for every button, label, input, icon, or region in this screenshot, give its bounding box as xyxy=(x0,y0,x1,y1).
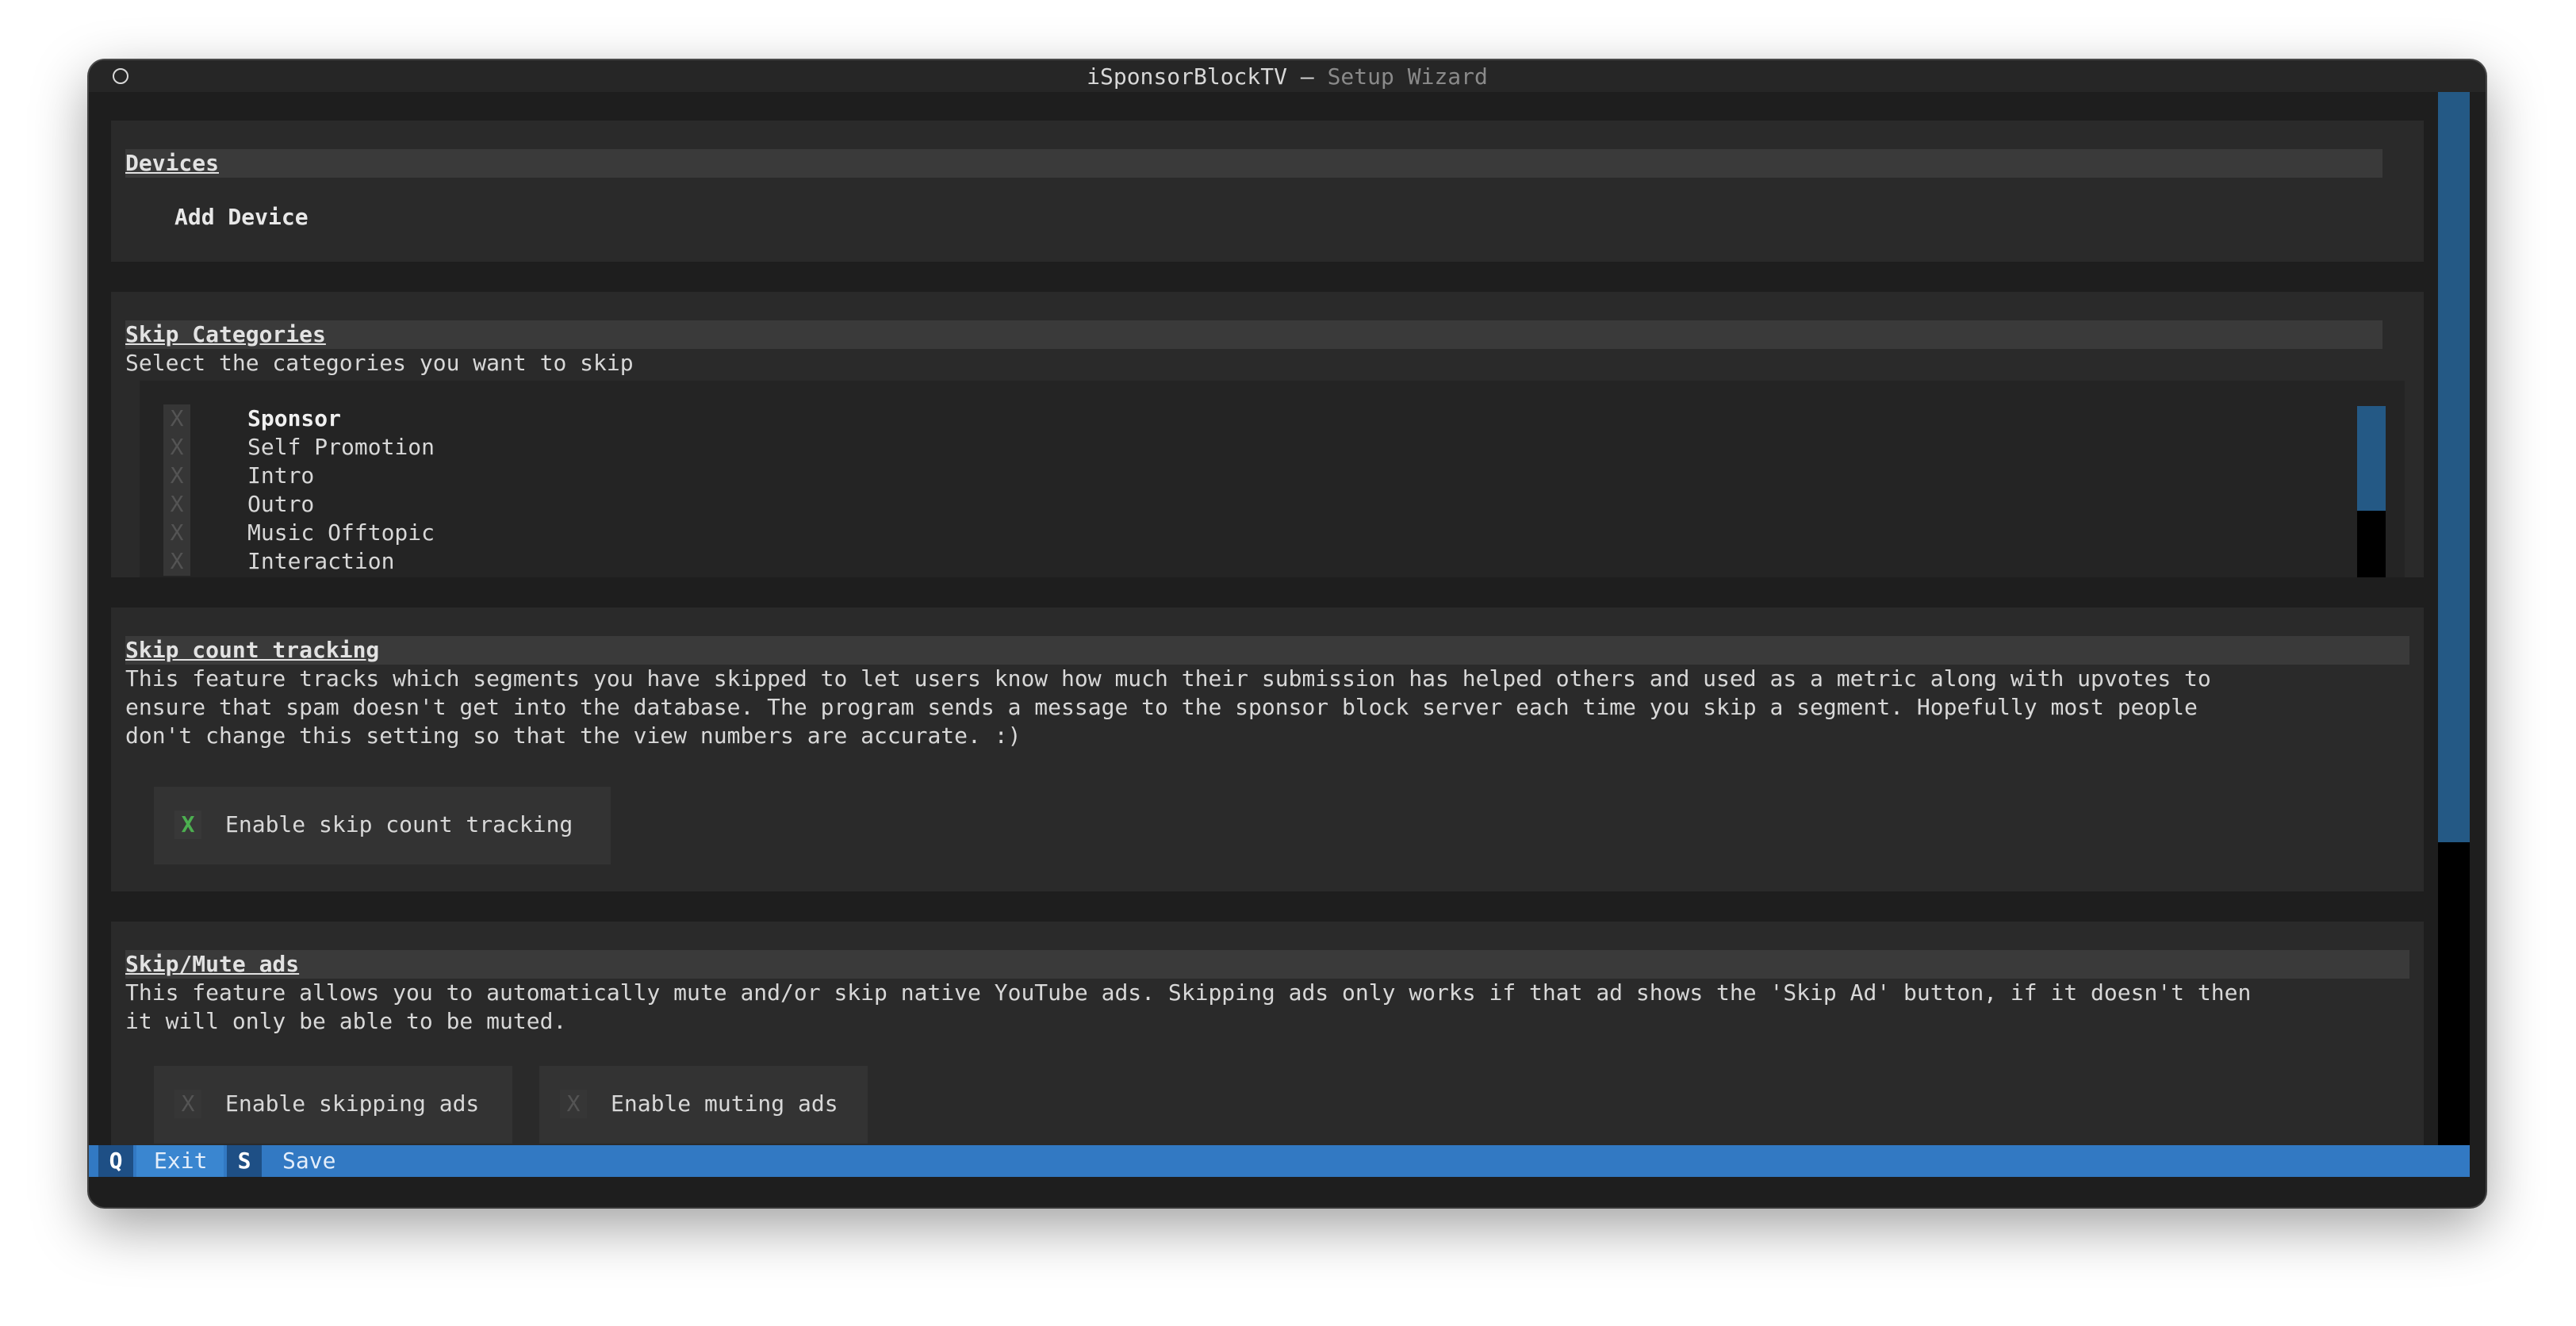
window-title-separator: — xyxy=(1287,63,1328,90)
skip-categories-description: Select the categories you want to skip xyxy=(125,350,634,376)
add-device-button[interactable]: Add Device xyxy=(174,203,309,232)
enable-skip-count-toggle[interactable]: X Enable skip count tracking xyxy=(154,787,611,864)
category-checkbox[interactable]: X xyxy=(163,404,190,433)
skip-count-header: Skip count tracking xyxy=(125,636,2409,665)
category-checkbox[interactable]: X xyxy=(163,519,190,547)
mute-ads-checkbox-label: Enable muting ads xyxy=(611,1090,838,1117)
category-checkbox[interactable]: X xyxy=(163,547,190,576)
title-bar: iSponsorBlockTV — Setup Wizard xyxy=(89,60,2486,92)
save-button[interactable]: Save xyxy=(282,1145,335,1177)
category-label: Self Promotion xyxy=(247,434,435,460)
skip-count-description-line: don't change this setting so that the vi… xyxy=(125,722,1022,749)
category-item-interaction[interactable]: X Interaction xyxy=(140,547,2281,576)
category-checkbox[interactable]: X xyxy=(163,490,190,519)
enable-muting-ads-toggle[interactable]: X Enable muting ads xyxy=(539,1066,868,1144)
save-key-badge[interactable]: S xyxy=(227,1145,262,1177)
exit-button[interactable]: Exit xyxy=(154,1145,207,1177)
main-scrollbar-thumb[interactable] xyxy=(2438,92,2470,842)
window-title-subtitle: Setup Wizard xyxy=(1327,63,1488,90)
skip-count-title: Skip count tracking xyxy=(125,637,380,663)
skip-mute-ads-title: Skip/Mute ads xyxy=(125,951,300,977)
skip-count-description-line: This feature tracks which segments you h… xyxy=(125,665,2211,692)
exit-key-badge[interactable]: Q xyxy=(98,1145,133,1177)
category-item-self-promotion[interactable]: X Self Promotion xyxy=(140,433,2281,462)
skip-mute-ads-description-line: This feature allows you to automatically… xyxy=(125,979,2252,1006)
skip-count-panel: Skip count tracking This feature tracks … xyxy=(111,607,2424,891)
category-label: Outro xyxy=(247,491,315,517)
category-label: Sponsor xyxy=(247,405,342,431)
category-checkbox[interactable]: X xyxy=(163,433,190,462)
skip-ads-checkbox[interactable]: X xyxy=(174,1090,201,1118)
skip-count-checkbox-label: Enable skip count tracking xyxy=(225,811,573,837)
skip-count-checkbox[interactable]: X xyxy=(174,811,201,839)
category-item-outro[interactable]: X Outro xyxy=(140,490,2281,519)
category-label: Interaction xyxy=(247,548,395,574)
skip-categories-title: Skip Categories xyxy=(125,321,326,347)
category-item-music-offtopic[interactable]: X Music Offtopic xyxy=(140,519,2281,547)
categories-scrollbar-thumb[interactable] xyxy=(2357,406,2386,511)
devices-panel: Devices Add Device xyxy=(111,121,2424,262)
skip-categories-header: Skip Categories xyxy=(125,320,2382,349)
skip-mute-ads-header: Skip/Mute ads xyxy=(125,950,2409,979)
devices-header: Devices xyxy=(125,149,2382,178)
enable-skipping-ads-toggle[interactable]: X Enable skipping ads xyxy=(154,1066,512,1144)
category-item-sponsor[interactable]: X Sponsor xyxy=(140,404,2281,433)
main-content[interactable]: Devices Add Device Skip Categories Selec… xyxy=(89,92,2438,1145)
categories-list[interactable]: X Sponsor X Self Promotion X Intro X Out… xyxy=(140,381,2405,577)
category-label: Intro xyxy=(247,462,315,489)
skip-mute-ads-panel: Skip/Mute ads This feature allows you to… xyxy=(111,922,2424,1145)
skip-mute-ads-description-line: it will only be able to be muted. xyxy=(125,1008,567,1034)
window-title-app: iSponsorBlockTV xyxy=(1087,63,1287,90)
devices-title: Devices xyxy=(125,150,220,176)
window-title: iSponsorBlockTV — Setup Wizard xyxy=(89,63,2486,90)
footer-bar: Q Exit S Save xyxy=(89,1145,2470,1177)
mute-ads-checkbox[interactable]: X xyxy=(560,1090,587,1118)
skip-categories-panel: Skip Categories Select the categories yo… xyxy=(111,292,2424,577)
category-item-intro[interactable]: X Intro xyxy=(140,462,2281,490)
category-checkbox[interactable]: X xyxy=(163,462,190,490)
app-window: iSponsorBlockTV — Setup Wizard Devices A… xyxy=(89,60,2486,1207)
skip-ads-checkbox-label: Enable skipping ads xyxy=(225,1090,480,1117)
skip-count-description-line: ensure that spam doesn't get into the da… xyxy=(125,694,2198,720)
category-label: Music Offtopic xyxy=(247,519,435,546)
